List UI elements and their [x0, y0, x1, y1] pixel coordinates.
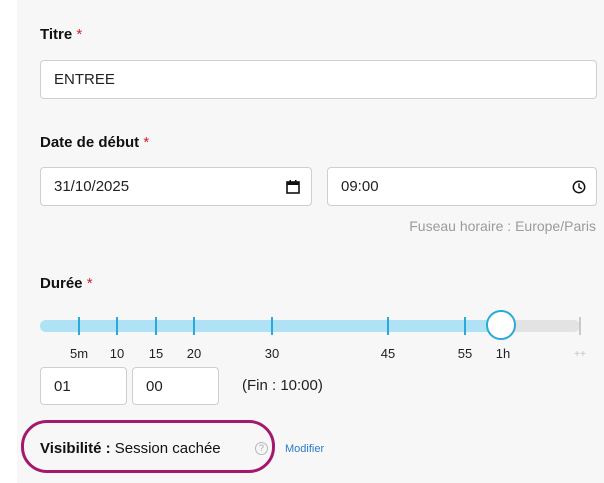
visibility-row: Visibilité : Session cachée — [40, 440, 221, 457]
slider-tick — [155, 317, 157, 335]
slider-tick — [464, 317, 466, 335]
visibility-value: Session cachée — [114, 440, 221, 457]
slider-tick-label: 30 — [264, 346, 280, 361]
date-value: 31/10/2025 — [54, 178, 130, 195]
slider-tick — [387, 317, 389, 335]
slider-tick — [193, 317, 195, 335]
slider-tick-label: 10 — [109, 346, 125, 361]
timezone-text: Fuseau horaire : Europe/Paris — [409, 218, 596, 234]
slider-tick-label: 55 — [457, 346, 473, 361]
slider-tick-label: 1h — [495, 346, 511, 361]
slider-tick — [579, 317, 581, 335]
start-date-label: Date de début * — [40, 134, 149, 151]
duration-hours-input[interactable] — [40, 367, 127, 405]
time-input[interactable]: 09:00 — [327, 167, 597, 206]
duration-label-text: Durée — [40, 275, 83, 292]
duration-minutes-input[interactable] — [132, 367, 219, 405]
modify-visibility-link[interactable]: Modifier — [285, 443, 324, 455]
title-input[interactable] — [40, 60, 597, 99]
slider-tick — [271, 317, 273, 335]
slider-tick-label: 20 — [186, 346, 202, 361]
question-icon[interactable]: ? — [255, 442, 268, 455]
question-icon-glyph: ? — [258, 443, 264, 453]
clock-icon[interactable] — [572, 180, 586, 194]
slider-tick-label: 45 — [380, 346, 396, 361]
title-label: Titre * — [40, 26, 82, 43]
slider-tick-label: ++ — [574, 349, 586, 360]
end-time-text: (Fin : 10:00) — [242, 377, 323, 394]
time-value: 09:00 — [341, 178, 379, 195]
required-mark: * — [143, 134, 150, 151]
date-input[interactable]: 31/10/2025 — [40, 167, 312, 206]
required-mark: * — [86, 275, 93, 292]
slider-tick — [116, 317, 118, 335]
calendar-icon[interactable] — [285, 179, 301, 195]
title-label-text: Titre — [40, 26, 73, 43]
start-date-label-text: Date de début — [40, 134, 140, 151]
required-mark: * — [76, 26, 83, 43]
slider-tick-label: 15 — [148, 346, 164, 361]
duration-label: Durée * — [40, 275, 93, 292]
slider-tick-label: 5m — [69, 346, 89, 361]
duration-slider-thumb[interactable] — [486, 310, 516, 340]
visibility-label: Visibilité : — [40, 440, 111, 457]
slider-tick — [78, 317, 80, 335]
